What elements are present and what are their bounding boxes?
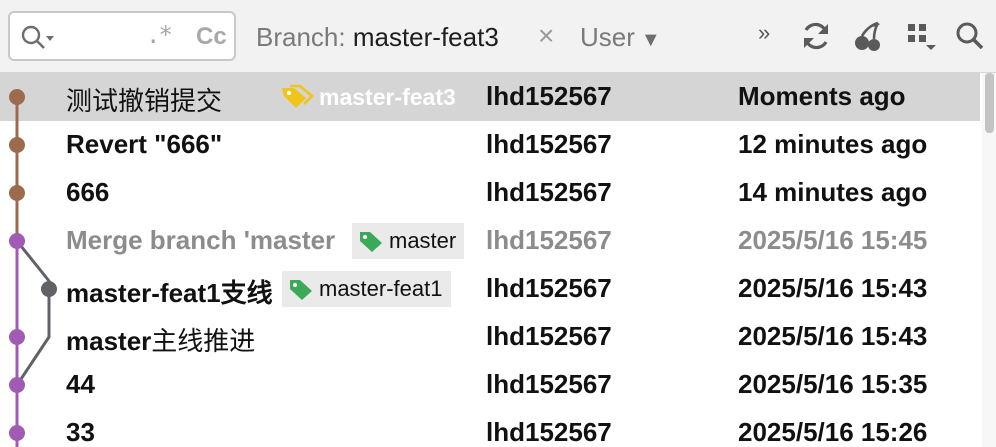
commit-row[interactable]: Revert "666" lhd152567 12 minutes ago	[0, 121, 980, 169]
graph-node	[9, 89, 25, 105]
graph-node	[41, 281, 57, 297]
commit-row[interactable]: 33 lhd152567 2025/5/16 15:26	[0, 409, 980, 447]
commit-date: 2025/5/16 15:35	[738, 369, 928, 399]
commit-message: 666	[66, 177, 110, 207]
commit-message: Revert "666"	[66, 129, 223, 159]
regex-toggle[interactable]: .*	[146, 21, 173, 49]
graph-node	[9, 377, 25, 393]
commit-date: Moments ago	[738, 81, 906, 111]
commit-message: 测试撤销提交	[66, 87, 223, 117]
commit-message-cjk: 主线推进	[151, 327, 256, 357]
refresh-icon[interactable]	[798, 18, 834, 54]
graph-node	[9, 329, 25, 345]
commit-date: 2025/5/16 15:45	[738, 225, 928, 255]
commit-row[interactable]: 测试撤销提交 master-feat3 lhd152567 Moments ag…	[0, 73, 980, 121]
commit-message: master-feat1支线	[66, 278, 273, 308]
branch-filter-label: Branch:	[256, 22, 353, 52]
log-toolbar: .* Cc Branch: master-feat3 × User ▼ »	[0, 0, 996, 73]
commit-author: lhd152567	[486, 225, 612, 255]
tag-icon	[360, 232, 382, 252]
tag-icon	[282, 84, 314, 108]
commit-row[interactable]: 44 lhd152567 2025/5/16 15:35	[0, 361, 980, 409]
search-input[interactable]: .* Cc	[8, 11, 236, 61]
user-filter-label: User	[580, 22, 635, 52]
commit-message: 44	[66, 369, 95, 399]
commit-graph	[9, 89, 57, 447]
branch-filter[interactable]: Branch: master-feat3	[256, 22, 499, 53]
commit-author: lhd152567	[486, 369, 612, 399]
branch-tag-label: master-feat3	[319, 83, 456, 110]
user-filter[interactable]: User ▼	[580, 22, 661, 53]
commit-author: lhd152567	[486, 81, 612, 111]
graph-node	[9, 137, 25, 153]
graph-node	[9, 233, 25, 249]
graph-node	[9, 425, 25, 441]
commit-row[interactable]: master主线推进 lhd152567 2025/5/16 15:43	[0, 313, 980, 361]
graph-edge	[15, 240, 51, 386]
commit-author: lhd152567	[486, 177, 612, 207]
search-icon[interactable]	[20, 24, 56, 57]
branch-tag: master-feat1	[282, 271, 451, 307]
graph-node	[9, 185, 25, 201]
commit-message: Merge branch 'master	[66, 225, 336, 255]
commit-date: 2025/5/16 15:43	[738, 321, 928, 351]
tag-icon	[290, 280, 312, 300]
commit-message: 33	[66, 417, 95, 447]
commit-author: lhd152567	[486, 273, 612, 303]
commit-message-prefix: master	[66, 326, 152, 356]
commit-log: 测试撤销提交 master-feat3 lhd152567 Moments ag…	[0, 73, 980, 447]
cherry-pick-icon[interactable]	[850, 18, 886, 54]
commit-date: 14 minutes ago	[738, 177, 928, 207]
branch-tag: master	[352, 223, 465, 259]
more-actions-icon[interactable]: »	[758, 20, 770, 46]
find-icon[interactable]	[952, 18, 988, 54]
vertical-scrollbar[interactable]	[982, 73, 996, 447]
commit-row[interactable]: Merge branch 'master master lhd152567 20…	[0, 217, 980, 265]
commit-date: 2025/5/16 15:26	[738, 417, 928, 447]
commit-author: lhd152567	[486, 417, 612, 447]
commit-date: 2025/5/16 15:43	[738, 273, 928, 303]
grid-view-icon[interactable]	[902, 18, 938, 54]
scrollbar-thumb[interactable]	[985, 73, 994, 133]
branch-filter-value: master-feat3	[352, 22, 499, 52]
commit-row[interactable]: 666 lhd152567 14 minutes ago	[0, 169, 980, 217]
match-case-toggle[interactable]: Cc	[196, 23, 227, 51]
commit-row[interactable]: master-feat1支线 master-feat1 lhd152567 20…	[0, 265, 980, 313]
branch-tag-label: master	[389, 228, 457, 253]
chevron-down-icon: ▼	[640, 29, 661, 51]
commit-date: 12 minutes ago	[738, 129, 928, 159]
commit-author: lhd152567	[486, 129, 612, 159]
commit-author: lhd152567	[486, 321, 612, 351]
clear-branch-filter-button[interactable]: ×	[538, 20, 554, 52]
branch-tag: master-feat3	[274, 79, 464, 115]
commit-message: master主线推进	[66, 321, 466, 358]
branch-tag-label: master-feat1	[319, 276, 443, 301]
